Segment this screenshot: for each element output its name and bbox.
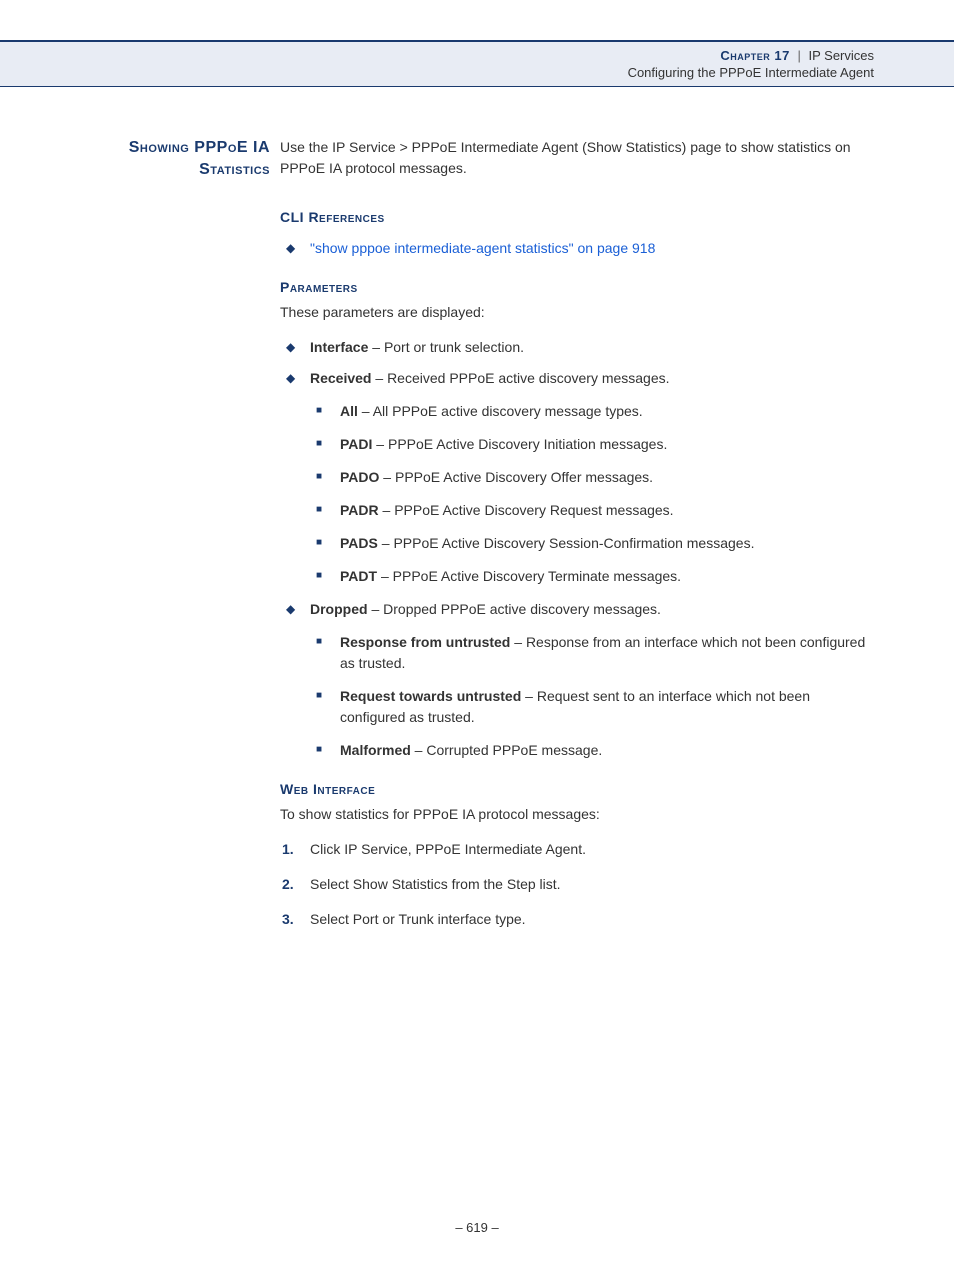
param-sub-desc: Corrupted PPPoE message.	[426, 742, 602, 758]
header-top-line: Chapter 17 | IP Services	[0, 48, 874, 63]
param-sub-term: All	[340, 403, 358, 419]
step-item: Select Show Statistics from the Step lis…	[280, 874, 874, 895]
step-item: Click IP Service, PPPoE Intermediate Age…	[280, 839, 874, 860]
web-interface-intro: To show statistics for PPPoE IA protocol…	[280, 804, 874, 825]
param-term: Received	[310, 370, 371, 386]
parameters-intro: These parameters are displayed:	[280, 302, 874, 323]
param-sub-term: PADO	[340, 469, 379, 485]
param-subitem: PADO – PPPoE Active Discovery Offer mess…	[310, 467, 874, 488]
param-subitem: PADS – PPPoE Active Discovery Session-Co…	[310, 533, 874, 554]
intro-paragraph: Use the IP Service > PPPoE Intermediate …	[280, 137, 874, 179]
param-sublist: Response from untrusted – Response from …	[310, 632, 874, 761]
param-item: Dropped – Dropped PPPoE active discovery…	[280, 599, 874, 761]
parameters-list: Interface – Port or trunk selection. Rec…	[280, 337, 874, 761]
param-subitem: PADI – PPPoE Active Discovery Initiation…	[310, 434, 874, 455]
param-sub-desc: PPPoE Active Discovery Terminate message…	[393, 568, 681, 584]
param-sub-term: PADS	[340, 535, 378, 551]
param-sub-desc: PPPoE Active Discovery Request messages.	[394, 502, 673, 518]
param-sub-term: PADT	[340, 568, 377, 584]
param-sub-desc: PPPoE Active Discovery Offer messages.	[395, 469, 653, 485]
page-footer: – 619 –	[0, 1220, 954, 1235]
header-section: Configuring the PPPoE Intermediate Agent	[0, 65, 874, 80]
param-subitem: Request towards untrusted – Request sent…	[310, 686, 874, 728]
cli-reference-item: "show pppoe intermediate-agent statistic…	[280, 238, 874, 259]
param-desc: Port or trunk selection.	[384, 339, 524, 355]
param-subitem: All – All PPPoE active discovery message…	[310, 401, 874, 422]
param-sub-desc: All PPPoE active discovery message types…	[373, 403, 643, 419]
param-term: Dropped	[310, 601, 368, 617]
param-desc: Dropped PPPoE active discovery messages.	[383, 601, 661, 617]
param-subitem: Response from untrusted – Response from …	[310, 632, 874, 674]
param-sub-term: Malformed	[340, 742, 411, 758]
chapter-topic: IP Services	[808, 48, 874, 63]
parameters-heading: Parameters	[280, 277, 874, 298]
cli-reference-link[interactable]: "show pppoe intermediate-agent statistic…	[310, 240, 655, 256]
param-term: Interface	[310, 339, 368, 355]
param-desc: Received PPPoE active discovery messages…	[387, 370, 669, 386]
param-subitem: Malformed – Corrupted PPPoE message.	[310, 740, 874, 761]
param-item: Interface – Port or trunk selection.	[280, 337, 874, 358]
cli-references-list: "show pppoe intermediate-agent statistic…	[280, 238, 874, 259]
param-sub-term: Response from untrusted	[340, 634, 510, 650]
param-sub-term: Request towards untrusted	[340, 688, 521, 704]
param-sub-desc: PPPoE Active Discovery Session-Confirmat…	[393, 535, 754, 551]
chapter-label: Chapter 17	[720, 48, 789, 63]
cli-references-heading: CLI References	[280, 207, 874, 228]
param-subitem: PADR – PPPoE Active Discovery Request me…	[310, 500, 874, 521]
web-interface-heading: Web Interface	[280, 779, 874, 800]
param-item: Received – Received PPPoE active discove…	[280, 368, 874, 587]
param-sub-desc: PPPoE Active Discovery Initiation messag…	[388, 436, 667, 452]
page-header: Chapter 17 | IP Services Configuring the…	[0, 40, 954, 87]
param-sub-term: PADI	[340, 436, 372, 452]
section-side-title: Showing PPPoE IA Statistics	[100, 137, 270, 182]
param-subitem: PADT – PPPoE Active Discovery Terminate …	[310, 566, 874, 587]
web-interface-steps: Click IP Service, PPPoE Intermediate Age…	[280, 839, 874, 930]
step-item: Select Port or Trunk interface type.	[280, 909, 874, 930]
header-separator: |	[797, 48, 800, 63]
param-sub-term: PADR	[340, 502, 379, 518]
param-sublist: All – All PPPoE active discovery message…	[310, 401, 874, 587]
